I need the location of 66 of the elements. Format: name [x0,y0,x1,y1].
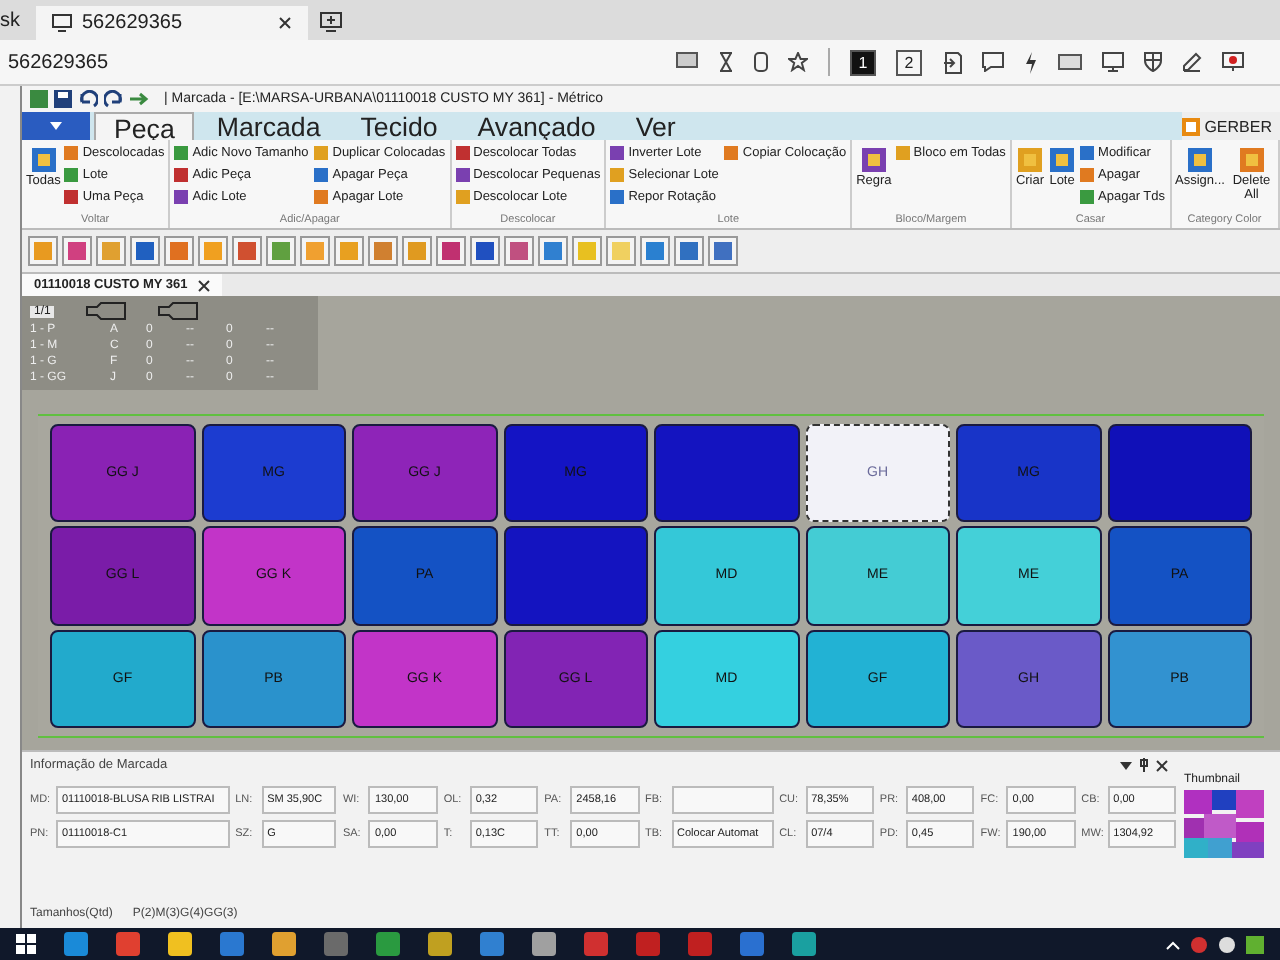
chevron-up-icon[interactable] [1166,939,1180,949]
hourglass-icon[interactable] [718,52,734,72]
command-icon [29,146,58,174]
tool-icon[interactable] [470,236,500,266]
tool-icon[interactable] [164,236,194,266]
tool-icon[interactable] [62,236,92,266]
app-icon[interactable] [532,932,556,956]
app-icon[interactable] [272,932,296,956]
screen-button[interactable]: 1 [850,49,876,75]
close-icon[interactable] [1156,759,1168,771]
chat-icon[interactable] [982,52,1004,72]
tool-icon[interactable] [708,236,738,266]
command-icon [1015,146,1044,174]
arrow-icon[interactable] [130,90,150,108]
ribbon-tab[interactable]: Ver [617,112,694,140]
ribbon-tab[interactable]: Tecido [342,112,456,140]
undo-icon[interactable] [78,90,98,108]
pin-icon[interactable] [1140,758,1148,772]
piece-outline-icon [86,302,127,320]
command-icon [1237,146,1266,174]
ribbon-tab[interactable]: Peça [94,112,195,140]
tool-icon[interactable] [504,236,534,266]
tool-icon[interactable] [368,236,398,266]
tool-icon[interactable] [130,236,160,266]
tab-label[interactable]: sk [0,10,24,40]
tool-icon[interactable] [266,236,296,266]
save-icon[interactable] [54,90,72,108]
command-icon [724,146,739,160]
brand-logo: GERBER [1182,112,1280,140]
command-icon [1048,146,1077,174]
close-icon[interactable] [197,279,210,291]
logo-icon [1182,117,1201,135]
new-tab-icon[interactable] [320,12,342,32]
caret-icon [50,122,62,130]
cylinder-icon[interactable] [754,52,768,72]
star-icon[interactable] [788,52,808,72]
redo-icon[interactable] [104,90,124,108]
app-icon[interactable] [168,932,192,956]
file-menu-button[interactable] [22,112,90,140]
command-icon [895,146,910,160]
app-icon[interactable] [376,932,400,956]
tool-icon[interactable] [232,236,262,266]
tool-icon[interactable] [640,236,670,266]
ribbon-tab[interactable]: Avançado [459,112,614,140]
app-icon[interactable] [428,932,452,956]
shield-icon[interactable] [1144,52,1162,72]
piece-outline-icon [158,302,199,320]
tool-icon[interactable] [436,236,466,266]
value-field[interactable] [671,786,774,814]
tool-icon[interactable] [674,236,704,266]
address-text: 562629365 [8,51,109,73]
lightning-icon[interactable] [1024,51,1038,73]
thumbnail-drawing [1184,790,1264,858]
arrow-into-box-icon[interactable] [942,51,962,73]
windows-logo-icon[interactable] [16,934,36,954]
app-icon[interactable] [792,932,816,956]
ribbon-tab[interactable]: Marcada [198,112,339,140]
command-icon [859,146,888,174]
remote-tab[interactable]: 562629365 [36,6,308,40]
command-icon [1185,146,1214,174]
record-screen-icon[interactable] [1222,52,1244,72]
pen-icon[interactable] [1182,52,1202,72]
tool-icon[interactable] [538,236,568,266]
close-icon[interactable] [278,16,292,30]
caret-icon[interactable] [1120,761,1132,769]
screen-button[interactable]: 2 [896,49,922,75]
